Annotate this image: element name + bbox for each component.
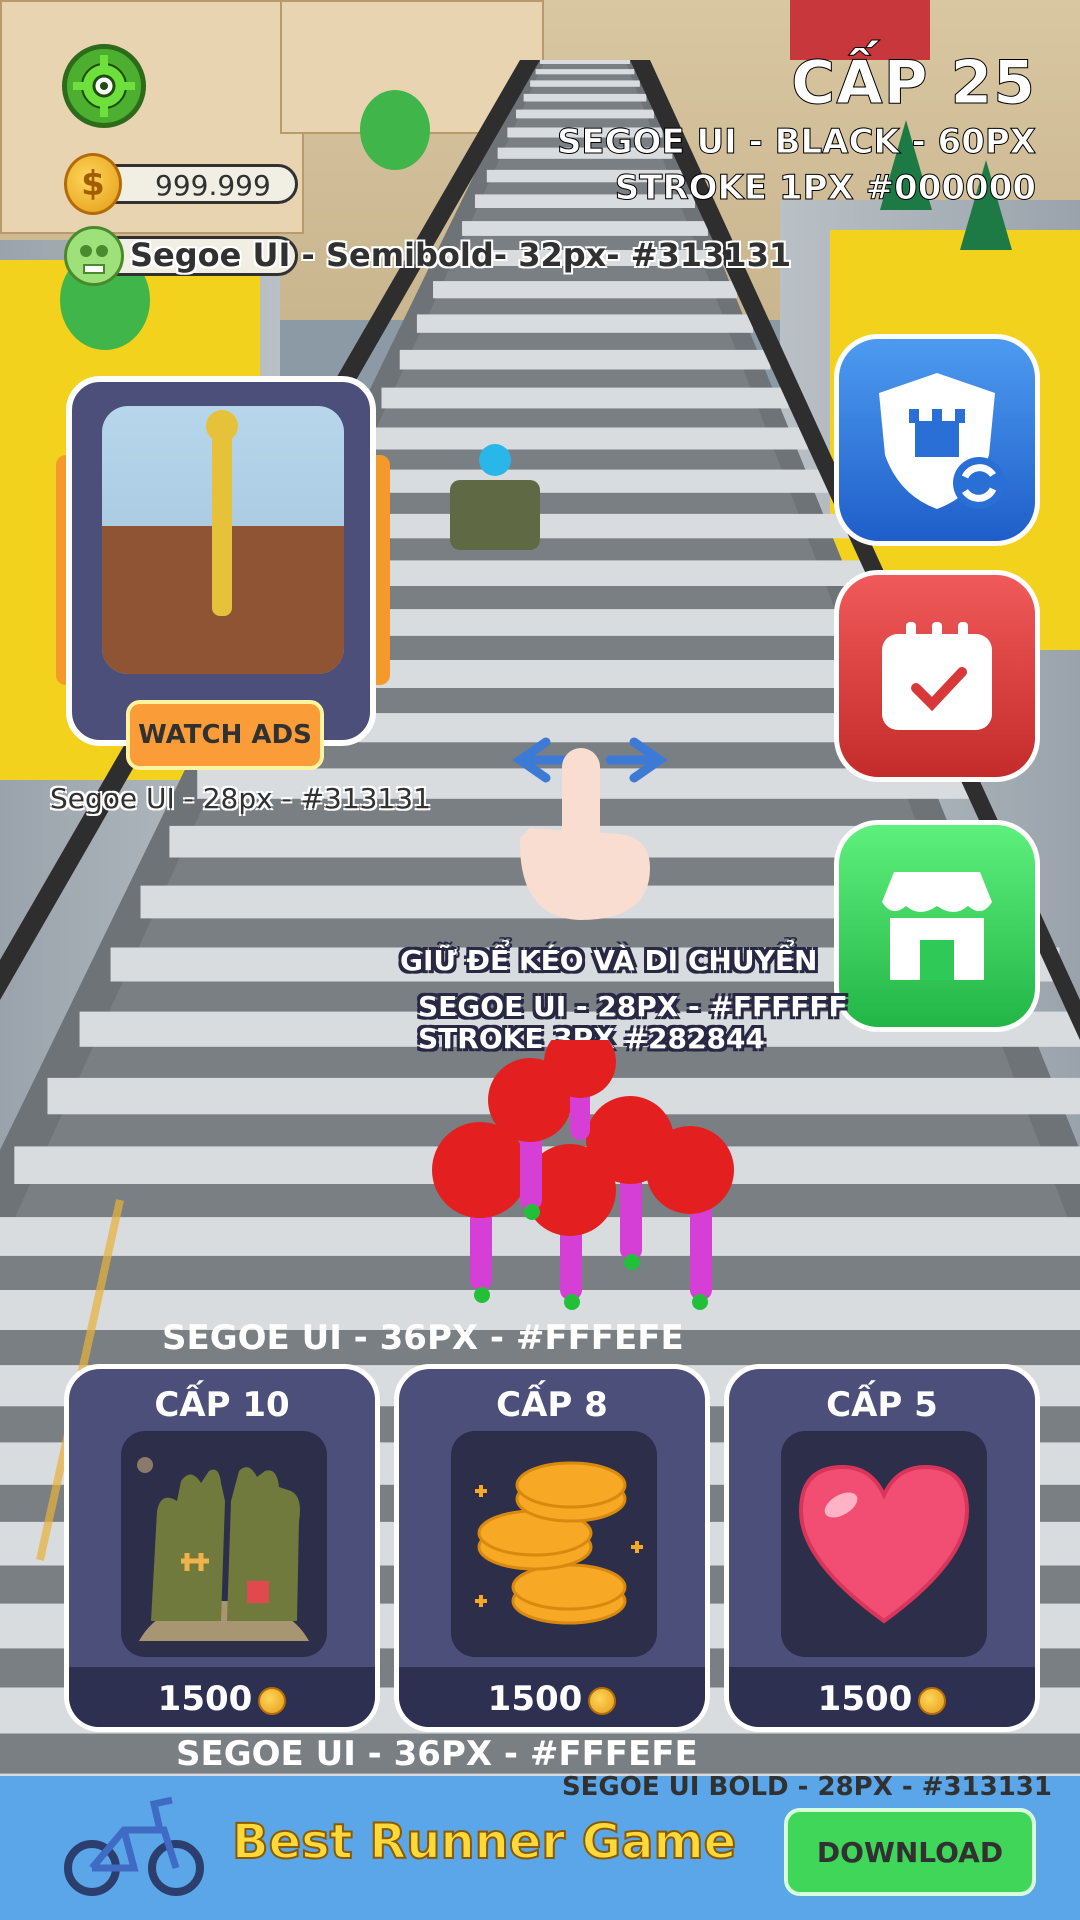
card-level: CẤP 10 [154, 1385, 290, 1425]
banner-style-note: SEGOE UI BOLD - 28PX - #313131 [561, 1772, 1052, 1802]
crosswalk-stripe [381, 387, 789, 409]
ad-style-note: Segoe UI - 28px - #313131 [50, 782, 431, 815]
crosswalk-stripe [523, 93, 647, 102]
level-style-note-2: STROKE 1PX #000000 [614, 168, 1036, 209]
daily-calendar-button[interactable] [834, 570, 1040, 782]
coin-icon [258, 1686, 287, 1715]
shop-button[interactable] [834, 820, 1040, 1032]
zombie-count-label: Segoe UI - Semibold- 32px- #313131 [130, 236, 792, 274]
crosswalk-stripe [530, 80, 640, 87]
crosswalk-stripe [462, 221, 708, 236]
watch-ads-button[interactable]: WATCH ADS [126, 700, 324, 770]
level-style-note-1: SEGOE UI - BLACK - 60PX [556, 122, 1036, 163]
gear-icon [73, 55, 135, 117]
tutorial-style-note-1: SEGOE UI - 28PX - #FFFFFF [418, 990, 848, 1023]
upgrade-card-heart[interactable]: CẤP 5 1500 [724, 1364, 1040, 1732]
crosswalk-stripe [362, 427, 808, 450]
crosswalk-stripe [540, 60, 630, 64]
coin-icon [588, 1686, 617, 1715]
card-icon-frame [451, 1431, 657, 1657]
upgrade-style-note-top: SEGOE UI - 36PX - #FFFEFE [162, 1318, 684, 1358]
castle-shield-button[interactable] [834, 334, 1040, 546]
pointing-hand-icon [519, 748, 650, 920]
ad-preview-image [102, 406, 344, 674]
crosswalk-stripe [516, 109, 654, 119]
ad-preview-character [206, 410, 238, 616]
settings-button[interactable] [62, 44, 146, 128]
player-crowd [432, 1040, 734, 1310]
card-icon-frame [781, 1431, 987, 1657]
coin-amount: 999.999 [155, 169, 271, 202]
tutorial-instruction: GIỮ ĐỂ KÉO VÀ DI CHUYỂN [400, 944, 818, 977]
coin-counter: 999.999 [92, 164, 298, 204]
card-price: 1500 [399, 1679, 705, 1719]
download-button[interactable]: DOWNLOAD [784, 1808, 1036, 1896]
card-price: 1500 [729, 1679, 1035, 1719]
price-value: 1500 [487, 1679, 583, 1719]
card-icon-frame [121, 1431, 327, 1657]
upgrade-card-coins[interactable]: CẤP 8 1500 [394, 1364, 710, 1732]
shop-icon [882, 872, 992, 980]
coin-icon [918, 1686, 947, 1715]
coin-icon: $ [64, 153, 122, 215]
coin-stack-icon [475, 1461, 643, 1625]
crosswalk-stripe [433, 281, 737, 299]
price-value: 1500 [157, 1679, 253, 1719]
crowd-character [432, 1122, 528, 1303]
crowd-character [646, 1126, 734, 1310]
calendar-check-icon [882, 622, 992, 730]
crosswalk-stripe [399, 349, 771, 370]
level-title: CẤP 25 [791, 48, 1036, 119]
card-level: CẤP 8 [496, 1385, 608, 1425]
heart-icon [798, 1464, 970, 1624]
shield-refresh-icon [879, 373, 1005, 509]
banner-title: Best Runner Game [231, 1813, 737, 1871]
zombie-hands-icon [137, 1457, 309, 1641]
bicycle-icon [64, 1796, 204, 1896]
upgrade-card-zombie[interactable]: CẤP 10 1500 [64, 1364, 380, 1732]
card-level: CẤP 5 [826, 1385, 938, 1425]
zombie-skull-icon [64, 226, 124, 286]
crosswalk-stripe [341, 469, 829, 493]
upgrade-style-note-bottom: SEGOE UI - 36PX - #FFFEFE [176, 1734, 698, 1774]
card-price: 1500 [69, 1679, 375, 1719]
crosswalk-stripe [320, 513, 850, 539]
price-value: 1500 [817, 1679, 913, 1719]
crosswalk-stripe [535, 69, 635, 75]
crosswalk-stripe [416, 314, 754, 333]
